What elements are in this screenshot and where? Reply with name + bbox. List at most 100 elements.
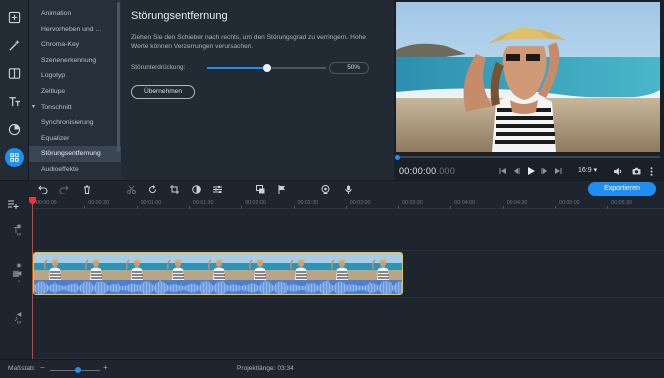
lock-icon[interactable]: ▫ xyxy=(18,279,20,285)
microphone-icon[interactable] xyxy=(342,183,354,195)
clip-properties-icon[interactable] xyxy=(211,183,223,195)
clip-thumbnail xyxy=(198,253,239,280)
volume-icon[interactable] xyxy=(612,165,622,177)
slider-handle[interactable] xyxy=(262,64,271,72)
ruler-tick-label: 00:03:00 xyxy=(349,200,371,206)
zoom-out-icon[interactable]: − xyxy=(40,363,45,372)
scale-label: Maßstab: xyxy=(8,365,36,372)
import-icon[interactable] xyxy=(6,9,23,26)
noise-reduction-label: Störunterdrückung: xyxy=(131,64,186,71)
slider-fill xyxy=(207,67,267,69)
ruler-tick-label: 00:00:30 xyxy=(88,200,109,206)
ruler-tick-label: 00:02:30 xyxy=(297,200,319,206)
clip-audio-waveform xyxy=(34,280,402,294)
timecode-main: 00:00:00 xyxy=(399,166,437,176)
ruler-tick-label: 00:03:30 xyxy=(402,200,423,206)
waveform-graph xyxy=(34,280,402,294)
export-button[interactable]: Exportieren xyxy=(588,182,656,196)
ruler-tick-label: 00:00:00 xyxy=(36,200,57,206)
visibility-eye-icon[interactable]: ◉ xyxy=(16,224,21,230)
status-bar xyxy=(0,359,664,378)
panel-description: Ziehen Sie den Schieber nach rechts, um … xyxy=(131,34,366,50)
timeline-ruler[interactable]: 00:00:00 00:00:30 00:01:00 00:01:30 00:02:00… xyxy=(32,197,664,209)
category-logo[interactable]: Logotyp xyxy=(29,68,121,84)
timeline-toolbar xyxy=(0,180,664,197)
stickers-icon[interactable] xyxy=(6,121,23,138)
category-animation[interactable]: Animation xyxy=(29,6,121,22)
playhead-line xyxy=(32,197,33,359)
beach-woman-image xyxy=(396,2,660,152)
tools-category-list: Animation Hervorheben und ... Chroma-Key… xyxy=(29,0,121,180)
cut-icon[interactable] xyxy=(125,183,137,195)
preview-frame xyxy=(396,2,660,152)
clip-thumbnails xyxy=(34,253,402,280)
noise-reduction-slider[interactable] xyxy=(207,64,326,72)
ruler-tick-label: 00:02:00 xyxy=(245,200,266,206)
transitions-icon[interactable] xyxy=(6,65,23,82)
noise-removal-panel: Störungsentfernung Ziehen Sie den Schieb… xyxy=(121,0,394,180)
redo-icon[interactable] xyxy=(58,183,70,195)
timecode-fraction: .000 xyxy=(436,166,456,176)
speaker-icon[interactable]: ◀ xyxy=(17,271,22,277)
project-length: Projektlänge: 03:34 xyxy=(237,365,294,372)
go-to-end-icon[interactable] xyxy=(553,165,563,177)
clip-thumbnail xyxy=(321,253,362,280)
playback-progress-handle[interactable] xyxy=(395,155,400,160)
category-highlight[interactable]: Hervorheben und ... xyxy=(29,22,121,38)
audio-track-controls: ◀ ∞ xyxy=(14,309,24,329)
timecode: 00:00:00.000 xyxy=(399,166,455,176)
more-tools-grid-icon[interactable] xyxy=(5,148,24,167)
link-icon[interactable]: ∞ xyxy=(17,232,21,238)
next-frame-icon[interactable] xyxy=(540,165,550,177)
video-editor-window: Animation Hervorheben und ... Chroma-Key… xyxy=(0,0,664,378)
marker-flag-icon[interactable] xyxy=(276,183,288,195)
color-adjust-icon[interactable] xyxy=(190,183,202,195)
snapshot-camera-icon[interactable] xyxy=(631,165,641,177)
speaker-icon[interactable]: ◀ xyxy=(17,312,22,318)
ruler-tick-label: 00:05:30 xyxy=(611,200,632,206)
ruler-tick-label: 00:01:30 xyxy=(192,200,214,206)
category-scene-detection[interactable]: Szenenerkennung xyxy=(29,53,121,69)
noise-reduction-value[interactable]: 50% xyxy=(329,62,369,74)
clip-thumbnail xyxy=(362,253,402,280)
rotate-icon[interactable] xyxy=(146,183,158,195)
visibility-eye-icon[interactable]: ◉ xyxy=(16,263,21,269)
text-track-controls: ◉ ∞ xyxy=(14,221,24,241)
audio-track[interactable] xyxy=(32,298,664,359)
category-slow-motion[interactable]: Zeitlupe xyxy=(29,84,121,100)
clip-thumbnail xyxy=(239,253,280,280)
more-options-icon[interactable] xyxy=(648,165,654,177)
category-equalizer[interactable]: Equalizer xyxy=(29,131,121,147)
category-scrollbar[interactable] xyxy=(117,2,120,152)
go-to-start-icon[interactable] xyxy=(498,165,508,177)
video-clip[interactable] xyxy=(33,252,403,295)
category-chroma-key[interactable]: Chroma-Key xyxy=(29,37,121,53)
apply-button[interactable]: Übernehmen xyxy=(131,85,195,99)
ruler-tick-label: 00:04:30 xyxy=(506,200,528,206)
ruler-tick-label: 00:01:00 xyxy=(140,200,162,206)
text-track[interactable] xyxy=(32,209,664,251)
aspect-ratio-select[interactable]: 16:9 ▾ xyxy=(578,166,597,174)
playback-progress-bar[interactable] xyxy=(396,156,660,158)
category-synchronization[interactable]: Synchronisierung xyxy=(29,115,121,131)
webcam-record-icon[interactable] xyxy=(319,183,331,195)
previous-frame-icon[interactable] xyxy=(511,165,521,177)
undo-icon[interactable] xyxy=(37,183,49,195)
waveform-path xyxy=(34,280,402,294)
delete-icon[interactable] xyxy=(81,183,93,195)
titles-icon[interactable] xyxy=(6,93,23,110)
link-icon[interactable]: ∞ xyxy=(17,320,21,326)
play-icon[interactable] xyxy=(525,165,537,177)
crop-icon[interactable] xyxy=(168,183,180,195)
clip-thumbnail xyxy=(75,253,116,280)
zoom-in-icon[interactable]: + xyxy=(103,363,108,372)
overlay-icon[interactable] xyxy=(254,183,266,195)
zoom-slider-handle[interactable] xyxy=(75,367,81,373)
category-noise-removal[interactable]: Störungsentfernung xyxy=(29,146,121,162)
category-sound-editing[interactable]: Tonschnitt xyxy=(29,100,121,116)
video-track-controls: ◉ ◀ ▫ xyxy=(14,261,24,287)
magic-wand-icon[interactable] xyxy=(6,37,23,54)
clip-thumbnail xyxy=(34,253,75,280)
ruler-tick-label: 00:04:00 xyxy=(454,200,476,206)
category-audio-effects[interactable]: Audioeffekte xyxy=(29,162,121,178)
